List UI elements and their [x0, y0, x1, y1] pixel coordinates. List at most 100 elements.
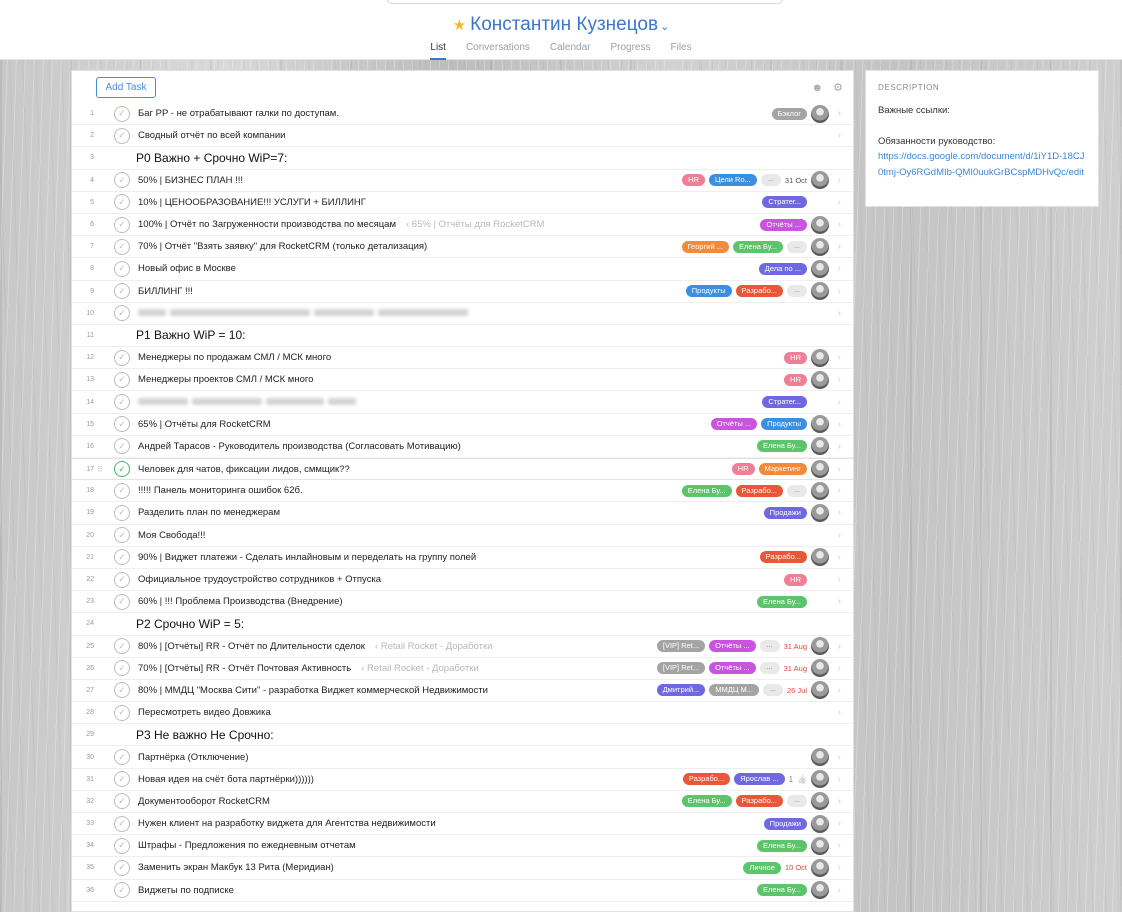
tag-badge[interactable]: Дела по ...: [758, 262, 807, 275]
task-row[interactable]: 5 ✓ 10% | ЦЕНООБРАЗОВАНИЕ!!! УСЛУГИ + БИЛЛ…: [72, 192, 853, 214]
tag-badge[interactable]: Стратег...: [762, 396, 807, 409]
due-date[interactable]: 31 Aug: [784, 642, 807, 651]
tag-badge[interactable]: Разрабо...: [682, 773, 731, 786]
assignee-avatar[interactable]: [811, 659, 829, 678]
task-name[interactable]: Менеджеры по продажам СМЛ / МСК много: [138, 352, 331, 363]
tag-badge[interactable]: Отчёты ...: [710, 418, 758, 431]
chevron-right-icon[interactable]: ›: [838, 569, 841, 590]
parent-task-link[interactable]: ‹ 65% | Отчёты для RocketCRM: [406, 219, 544, 230]
task-row[interactable]: 25 ✓ 80% | [Отчёты] RR - Отчёт по Длительн…: [72, 636, 853, 658]
task-name[interactable]: 90% | Виджет платежи - Сделать инлайновы…: [138, 552, 476, 563]
assignee-avatar[interactable]: [811, 104, 829, 123]
tag-badge[interactable]: Разрабо...: [735, 484, 783, 497]
chevron-right-icon[interactable]: ›: [838, 258, 841, 279]
task-name[interactable]: 100% | Отчёт по Загруженности производст…: [138, 219, 396, 230]
complete-checkbox[interactable]: ✓: [114, 704, 130, 721]
task-name[interactable]: Разделить план по менеджерам: [138, 507, 280, 518]
tag-badge[interactable]: Отчёты ...: [760, 218, 807, 231]
thumbs-up-icon[interactable]: 👍: [797, 775, 807, 784]
assignee-avatar[interactable]: [811, 858, 829, 877]
task-name[interactable]: 70% | Отчёт "Взять заявку" для RocketCRM…: [138, 241, 427, 252]
task-name[interactable]: 65% | Отчёты для RocketCRM: [138, 419, 271, 430]
tag-badge[interactable]: Продажи: [763, 817, 807, 830]
chevron-right-icon[interactable]: ›: [838, 636, 841, 657]
assignee-avatar[interactable]: [811, 237, 829, 256]
tag-badge[interactable]: Разрабо...: [759, 551, 807, 564]
task-name[interactable]: Пересмотреть видео Довжика: [138, 707, 271, 718]
chevron-right-icon[interactable]: ›: [838, 480, 841, 501]
task-row[interactable]: 1 ✓ Баг PP - не отрабатывают галки по дост…: [72, 103, 853, 126]
complete-checkbox[interactable]: ✓: [114, 837, 130, 854]
complete-checkbox[interactable]: ✓: [114, 461, 130, 478]
complete-checkbox[interactable]: ✓: [114, 238, 130, 255]
complete-checkbox[interactable]: ✓: [114, 859, 130, 876]
task-row[interactable]: 18 ✓ !!!!! Панель мониторинга ошибок 62б. Е…: [72, 480, 853, 503]
tag-badge[interactable]: Елена Бу...: [733, 240, 783, 253]
chevron-right-icon[interactable]: ›: [838, 791, 841, 812]
complete-checkbox[interactable]: ✓: [114, 283, 130, 300]
tag-badge[interactable]: Маркетинг: [758, 463, 807, 476]
chevron-right-icon[interactable]: ›: [838, 436, 841, 457]
chevron-right-icon[interactable]: ›: [838, 880, 841, 901]
chevron-right-icon[interactable]: ›: [838, 658, 841, 679]
add-task-button[interactable]: Add Task: [96, 77, 156, 98]
assignee-avatar[interactable]: [811, 215, 829, 234]
tab-calendar[interactable]: Calendar: [550, 42, 591, 58]
task-name[interactable]: Сводный отчёт по всей компании: [138, 130, 285, 141]
tag-badge[interactable]: Отчёты ...: [709, 662, 756, 675]
description-link[interactable]: https://docs.google.com/document/d/1iY1D…: [878, 149, 1086, 180]
tag-badge[interactable]: HR: [784, 373, 807, 386]
assignee-empty[interactable]: [811, 193, 829, 211]
complete-checkbox[interactable]: ✓: [114, 216, 130, 233]
task-name[interactable]: Официальное трудоустройство сотрудников …: [138, 574, 381, 585]
chevron-right-icon[interactable]: ›: [838, 459, 841, 479]
complete-checkbox[interactable]: ✓: [114, 305, 130, 322]
tag-badge[interactable]: Разрабо...: [735, 285, 783, 298]
task-row[interactable]: 23 ✓ 60% | !!! Проблема Производства (Внед…: [72, 591, 853, 614]
assignee-empty[interactable]: [811, 571, 829, 589]
task-row[interactable]: 26 ✓ 70% | [Отчёты] RR - Отчёт Почтовая Ак…: [72, 658, 853, 680]
due-date[interactable]: 10 Oct: [785, 863, 807, 872]
tag-badge[interactable]: Елена Бу...: [681, 484, 732, 497]
task-name[interactable]: Штрафы - Предложения по ежедневным отчет…: [138, 840, 356, 851]
task-name[interactable]: 50% | БИЗНЕС ПЛАН !!!: [138, 175, 243, 186]
chevron-right-icon[interactable]: ›: [838, 391, 841, 412]
chevron-right-icon[interactable]: ›: [838, 547, 841, 568]
tag-badge[interactable]: ММДЦ М...: [709, 684, 759, 697]
complete-checkbox[interactable]: ✓: [114, 504, 130, 521]
tag-badge[interactable]: Дмитрий...: [656, 684, 706, 697]
task-name-redacted[interactable]: [138, 397, 360, 408]
assignee-empty[interactable]: [811, 127, 829, 145]
complete-checkbox[interactable]: ✓: [114, 416, 130, 433]
chevron-right-icon[interactable]: ›: [838, 702, 841, 723]
assignee-avatar[interactable]: [811, 836, 829, 855]
complete-checkbox[interactable]: ✓: [114, 105, 130, 122]
more-tags-button[interactable]: ...: [759, 640, 780, 653]
tag-badge[interactable]: Разрабо...: [735, 795, 783, 808]
task-name[interactable]: Менеджеры проектов СМЛ / МСК много: [138, 374, 313, 385]
task-name[interactable]: Моя Свобода!!!: [138, 530, 205, 541]
tag-badge[interactable]: Елена Бу...: [757, 884, 807, 897]
tag-badge[interactable]: Елена Бу...: [757, 595, 807, 608]
task-name[interactable]: Человек для чатов, фиксации лидов, сммщи…: [138, 464, 350, 475]
task-name-redacted[interactable]: [138, 308, 472, 319]
tag-badge[interactable]: Личное: [743, 861, 781, 874]
parent-task-link[interactable]: ‹ Retail Rocket - Доработки: [361, 663, 478, 674]
task-row[interactable]: 12 ✓ Менеджеры по продажам СМЛ / МСК много…: [72, 347, 853, 370]
task-name[interactable]: Документооборот RocketCRM: [138, 796, 270, 807]
task-name[interactable]: 80% | ММДЦ "Москва Сити" - разработка Ви…: [138, 685, 488, 696]
due-date[interactable]: 31 Oct: [785, 176, 807, 185]
task-name[interactable]: 80% | [Отчёты] RR - Отчёт по Длительност…: [138, 641, 365, 652]
task-row[interactable]: 8 ✓ Новый офис в Москве Дела по ... ›: [72, 258, 853, 281]
task-row[interactable]: 21 ✓ 90% | Виджет платежи - Сделать инлайн…: [72, 547, 853, 569]
chevron-right-icon[interactable]: ›: [838, 236, 841, 257]
complete-checkbox[interactable]: ✓: [114, 815, 130, 832]
chevron-right-icon[interactable]: ›: [838, 347, 841, 368]
chevron-right-icon[interactable]: ›: [838, 303, 841, 324]
gear-icon[interactable]: ⚙: [833, 82, 843, 94]
complete-checkbox[interactable]: ✓: [114, 771, 130, 788]
due-date[interactable]: 26 Jul: [787, 686, 807, 695]
tag-badge[interactable]: Стратег...: [762, 196, 807, 209]
more-tags-button[interactable]: ...: [787, 795, 807, 808]
tab-list[interactable]: List: [430, 42, 446, 60]
